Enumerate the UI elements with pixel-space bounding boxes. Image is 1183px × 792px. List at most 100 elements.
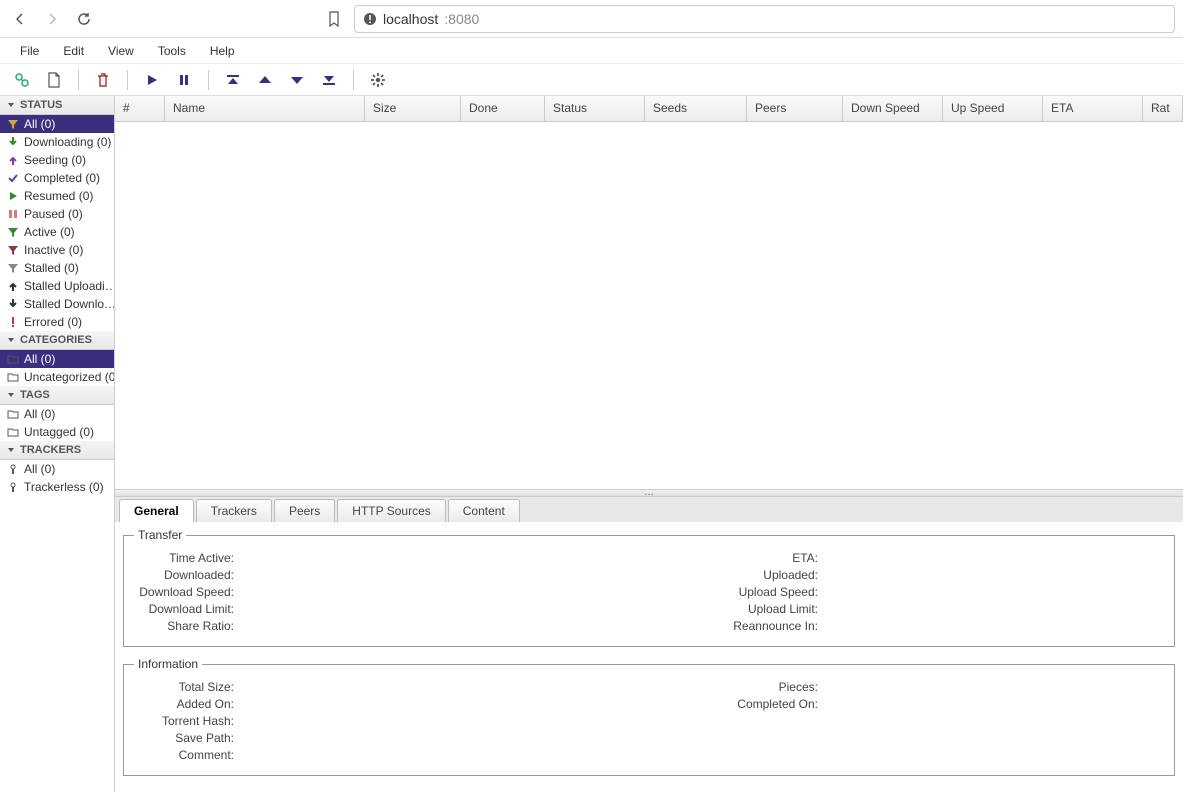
move-up-button[interactable] — [251, 68, 279, 92]
sidebar-item-label: Resumed (0) — [24, 189, 93, 203]
detail-value — [818, 619, 878, 633]
column-header[interactable]: Seeds — [645, 96, 747, 121]
move-top-button[interactable] — [219, 68, 247, 92]
folder-icon — [6, 407, 20, 421]
information-fieldset: Information Total Size:Pieces:Added On:C… — [123, 657, 1175, 776]
detail-value — [818, 602, 878, 616]
column-header[interactable]: Up Speed — [943, 96, 1043, 121]
column-header[interactable]: Peers — [747, 96, 843, 121]
sidebar-item[interactable]: Untagged (0) — [0, 423, 114, 441]
bookmark-icon[interactable] — [322, 7, 346, 31]
detail-row: Total Size:Pieces: — [134, 680, 1164, 694]
column-header[interactable]: Status — [545, 96, 645, 121]
detail-label: Share Ratio: — [134, 619, 234, 633]
sidebar-item-label: Untagged (0) — [24, 425, 94, 439]
move-down-button[interactable] — [283, 68, 311, 92]
sidebar-item[interactable]: All (0) — [0, 405, 114, 423]
tab-content[interactable]: Content — [448, 499, 520, 522]
menu-help[interactable]: Help — [198, 40, 247, 62]
detail-value — [234, 748, 294, 762]
column-header[interactable]: Down Speed — [843, 96, 943, 121]
sidebar-item-label: Completed (0) — [24, 171, 100, 185]
forward-button[interactable] — [40, 7, 64, 31]
sidebar-item[interactable]: Resumed (0) — [0, 187, 114, 205]
tracker-icon — [6, 462, 20, 476]
sidebar-item[interactable]: Completed (0) — [0, 169, 114, 187]
url-host: localhost — [383, 11, 438, 27]
sidebar-header[interactable]: CATEGORIES — [0, 331, 114, 350]
detail-value — [818, 697, 878, 711]
filter-icon — [6, 225, 20, 239]
detail-row: Torrent Hash: — [134, 714, 1164, 728]
menu-edit[interactable]: Edit — [51, 40, 96, 62]
detail-label: Upload Limit: — [294, 602, 818, 616]
detail-label: Save Path: — [134, 731, 234, 745]
move-bottom-button[interactable] — [315, 68, 343, 92]
settings-button[interactable] — [364, 68, 392, 92]
sidebar-item[interactable]: Downloading (0) — [0, 133, 114, 151]
detail-label: Uploaded: — [294, 568, 818, 582]
tab-http-sources[interactable]: HTTP Sources — [337, 499, 445, 522]
sidebar-header[interactable]: TRACKERS — [0, 441, 114, 460]
sidebar-header[interactable]: STATUS — [0, 96, 114, 115]
splitter[interactable]: … — [115, 489, 1183, 497]
menu-tools[interactable]: Tools — [146, 40, 198, 62]
sidebar-header[interactable]: TAGS — [0, 386, 114, 405]
column-header[interactable]: Size — [365, 96, 461, 121]
sidebar-item[interactable]: All (0) — [0, 460, 114, 478]
detail-label: Reannounce In: — [294, 619, 818, 633]
column-header[interactable]: Name — [165, 96, 365, 121]
sidebar-item[interactable]: All (0) — [0, 115, 114, 133]
back-button[interactable] — [8, 7, 32, 31]
tab-peers[interactable]: Peers — [274, 499, 335, 522]
sidebar-item[interactable]: Active (0) — [0, 223, 114, 241]
column-header[interactable]: Done — [461, 96, 545, 121]
add-torrent-link-button[interactable] — [8, 68, 36, 92]
play-icon — [6, 189, 20, 203]
detail-value — [234, 585, 294, 599]
reload-button[interactable] — [72, 7, 96, 31]
sidebar-item[interactable]: Stalled (0) — [0, 259, 114, 277]
transfer-legend: Transfer — [134, 528, 186, 542]
detail-row: Save Path: — [134, 731, 1164, 745]
sidebar-item[interactable]: Stalled Uploadi… — [0, 277, 114, 295]
folder-icon — [6, 352, 20, 366]
detail-row: Added On:Completed On: — [134, 697, 1164, 711]
detail-value — [234, 619, 294, 633]
add-torrent-file-button[interactable] — [40, 68, 68, 92]
column-header[interactable]: # — [115, 96, 165, 121]
sidebar-item[interactable]: Inactive (0) — [0, 241, 114, 259]
sidebar-item-label: All (0) — [24, 352, 55, 366]
sidebar-item[interactable]: Seeding (0) — [0, 151, 114, 169]
detail-label: Time Active: — [134, 551, 234, 565]
tab-trackers[interactable]: Trackers — [196, 499, 272, 522]
check-icon — [6, 171, 20, 185]
resume-button[interactable] — [138, 68, 166, 92]
column-header[interactable]: Rat — [1143, 96, 1183, 121]
detail-value — [234, 568, 294, 582]
delete-button[interactable] — [89, 68, 117, 92]
sidebar-item[interactable]: Uncategorized (0) — [0, 368, 114, 386]
folder-icon — [6, 370, 20, 384]
sidebar-item[interactable]: Trackerless (0) — [0, 478, 114, 496]
sidebar-item-label: Downloading (0) — [24, 135, 111, 149]
detail-label: Pieces: — [294, 680, 818, 694]
sidebar-item-label: Stalled Downlo… — [24, 297, 114, 311]
sidebar-item[interactable]: Paused (0) — [0, 205, 114, 223]
sidebar-item[interactable]: Stalled Downlo… — [0, 295, 114, 313]
menu-view[interactable]: View — [96, 40, 146, 62]
insecure-icon — [363, 12, 377, 26]
sidebar-item[interactable]: Errored (0) — [0, 313, 114, 331]
bang-icon — [6, 315, 20, 329]
filter-icon — [6, 243, 20, 257]
detail-label: Downloaded: — [134, 568, 234, 582]
sidebar-item-label: Paused (0) — [24, 207, 83, 221]
tab-general[interactable]: General — [119, 499, 194, 522]
sidebar-item-label: Active (0) — [24, 225, 75, 239]
menu-file[interactable]: File — [8, 40, 51, 62]
pause-button[interactable] — [170, 68, 198, 92]
url-bar[interactable]: localhost:8080 — [354, 5, 1175, 33]
sidebar-item[interactable]: All (0) — [0, 350, 114, 368]
column-header[interactable]: ETA — [1043, 96, 1143, 121]
up-icon — [6, 279, 20, 293]
